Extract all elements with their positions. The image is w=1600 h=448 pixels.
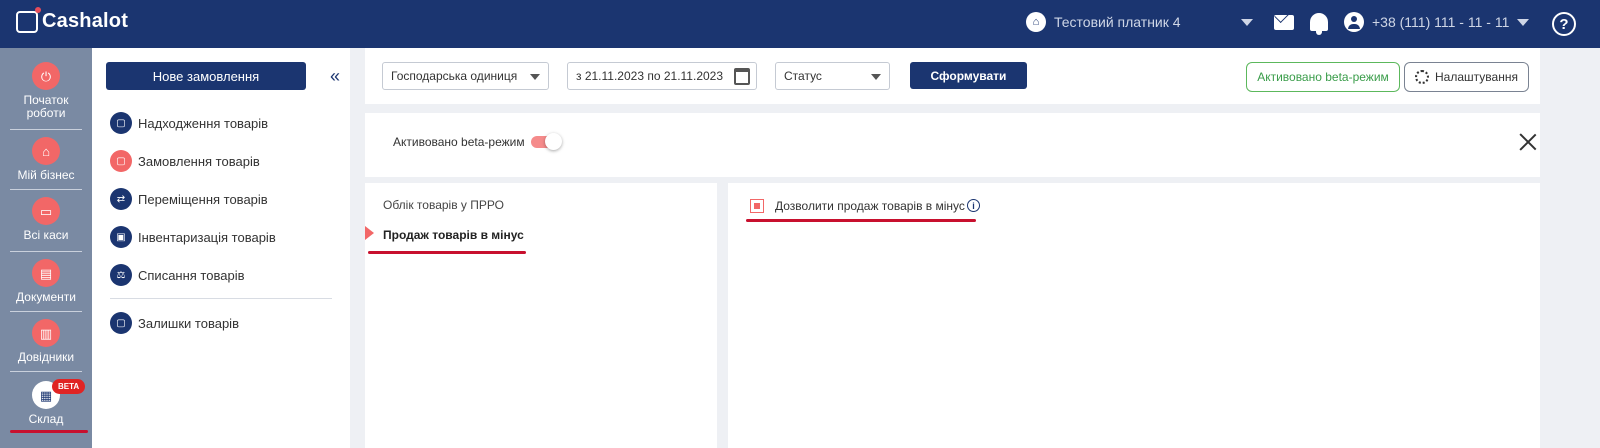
reference-book-icon: ▥: [32, 319, 60, 347]
divider: [10, 129, 82, 130]
sidebar-item-transfers[interactable]: ⇄ Переміщення товарів: [110, 188, 268, 210]
help-icon[interactable]: ?: [1552, 12, 1576, 36]
info-icon[interactable]: i: [967, 199, 980, 212]
sidebar-item-stock[interactable]: ▢ Залишки товарів: [110, 312, 239, 334]
mail-icon[interactable]: [1274, 14, 1294, 30]
account-phone: +38 (111) 111 - 11 - 11: [1372, 14, 1510, 30]
gear-icon: [1415, 70, 1430, 84]
home-icon: ⌂: [1026, 12, 1046, 32]
order-icon: ▢: [110, 150, 132, 172]
bell-icon[interactable]: [1310, 13, 1328, 35]
highlight-underline: [368, 251, 526, 254]
main-sidebar: ⏻ Початок роботи ⌂ Мій бізнес ▭ Всі каси…: [0, 48, 92, 448]
new-order-button[interactable]: Нове замовлення: [106, 62, 306, 90]
unit-select-value: Господарська одиниця: [391, 69, 518, 83]
nav-item-label: Всі каси: [23, 228, 69, 242]
cash-register-icon: ▭: [32, 197, 60, 225]
user-icon: [1344, 12, 1364, 32]
sidebar-item-receipts[interactable]: ▢ Надходження товарів: [110, 112, 268, 134]
top-bar: Cashalot ⌂ Тестовий платник 4 +38 (111) …: [0, 0, 1600, 48]
collapse-icon[interactable]: «: [330, 66, 340, 87]
beta-mode-panel: Активовано beta-режим: [365, 113, 1540, 177]
sidebar-item-orders[interactable]: ▢ Замовлення товарів: [110, 150, 260, 172]
logo-text: Cashalot: [42, 10, 129, 32]
nav-item-start[interactable]: ⏻ Початок роботи: [0, 62, 92, 120]
sidebar-item-label: Надходження товарів: [138, 115, 269, 131]
stock-icon: ▢: [110, 312, 132, 334]
nav-item-label: Початок роботи: [23, 93, 69, 120]
date-range-field[interactable]: з 21.11.2023 по 21.11.2023: [567, 62, 757, 90]
settings-label: Налаштування: [1435, 70, 1518, 84]
caret-right-icon: [365, 226, 374, 240]
nav-item-cash-registers[interactable]: ▭ Всі каси: [0, 197, 92, 242]
chevron-down-icon: [871, 74, 881, 80]
tree-item-negative-sales[interactable]: Продаж товарів в мінус: [383, 228, 524, 242]
chevron-down-icon: [1517, 18, 1530, 26]
allow-negative-checkbox[interactable]: [750, 199, 764, 213]
settings-button[interactable]: Налаштування: [1404, 62, 1529, 92]
sidebar-item-label: Переміщення товарів: [138, 191, 268, 207]
calendar-icon[interactable]: [734, 68, 750, 85]
transfer-icon: ⇄: [110, 188, 132, 210]
write-off-icon: ⚖: [110, 264, 132, 286]
highlight-underline: [746, 219, 976, 222]
divider: [10, 189, 82, 190]
sidebar-item-inventory[interactable]: ▣ Інвентаризація товарів: [110, 226, 276, 248]
inventory-icon: ▣: [110, 226, 132, 248]
settings-tree: Облік товарів у ПРРО Продаж товарів в мі…: [365, 183, 717, 448]
allow-negative-label[interactable]: Дозволити продаж товарів в мінус: [775, 199, 965, 213]
generate-button[interactable]: Сформувати: [910, 62, 1027, 89]
nav-item-label: Документи: [16, 290, 76, 304]
sidebar-item-label: Залишки товарів: [138, 315, 239, 331]
logo-icon: [16, 6, 41, 33]
beta-mode-toggle[interactable]: [530, 133, 562, 150]
sidebar-item-label: Списання товарів: [138, 267, 245, 283]
divider: [10, 371, 82, 372]
nav-item-label: Мій бізнес: [17, 168, 75, 182]
nav-item-references[interactable]: ▥ Довідники: [0, 319, 92, 364]
box-icon: ▢: [110, 112, 132, 134]
sidebar-item-label: Інвентаризація товарів: [138, 229, 276, 245]
beta-badge: BETA: [52, 379, 86, 394]
sidebar-item-label: Замовлення товарів: [138, 153, 260, 169]
account-menu[interactable]: +38 (111) 111 - 11 - 11: [1344, 12, 1530, 32]
nav-item-business[interactable]: ⌂ Мій бізнес: [0, 137, 92, 182]
nav-item-warehouse[interactable]: ▦ BETA Склад: [0, 379, 92, 426]
tree-group-title[interactable]: Облік товарів у ПРРО: [383, 198, 504, 212]
nav-item-label: Довідники: [17, 350, 75, 364]
divider: [10, 311, 82, 312]
beta-mode-label: Активовано beta-режим: [393, 135, 525, 149]
status-select-value: Статус: [784, 69, 822, 83]
close-icon[interactable]: [1519, 133, 1537, 151]
chevron-down-icon: [530, 74, 540, 80]
logo[interactable]: Cashalot: [16, 6, 129, 33]
nav-item-label: Склад: [28, 412, 64, 426]
payer-name: Тестовий платник 4: [1054, 14, 1181, 30]
warehouse-sidebar: Нове замовлення « ▢ Надходження товарів …: [92, 48, 350, 448]
unit-select[interactable]: Господарська одиниця: [382, 62, 549, 90]
nav-item-documents[interactable]: ▤ Документи: [0, 259, 92, 304]
beta-mode-button[interactable]: Активовано beta-режим: [1246, 62, 1400, 92]
divider: [110, 298, 332, 299]
settings-options: Дозволити продаж товарів в мінус i: [728, 183, 1540, 448]
document-icon: ▤: [32, 259, 60, 287]
date-range-value: з 21.11.2023 по 21.11.2023: [576, 69, 724, 83]
payer-selector[interactable]: ⌂ Тестовий платник 4: [1026, 12, 1253, 32]
sidebar-item-write-offs[interactable]: ⚖ Списання товарів: [110, 264, 244, 286]
divider: [10, 251, 82, 252]
highlight-underline: [10, 430, 88, 433]
status-select[interactable]: Статус: [775, 62, 890, 90]
chevron-down-icon: [1240, 18, 1253, 26]
filter-bar: Господарська одиниця з 21.11.2023 по 21.…: [365, 48, 1540, 104]
house-icon: ⌂: [32, 137, 60, 165]
start-icon: ⏻: [32, 62, 60, 90]
